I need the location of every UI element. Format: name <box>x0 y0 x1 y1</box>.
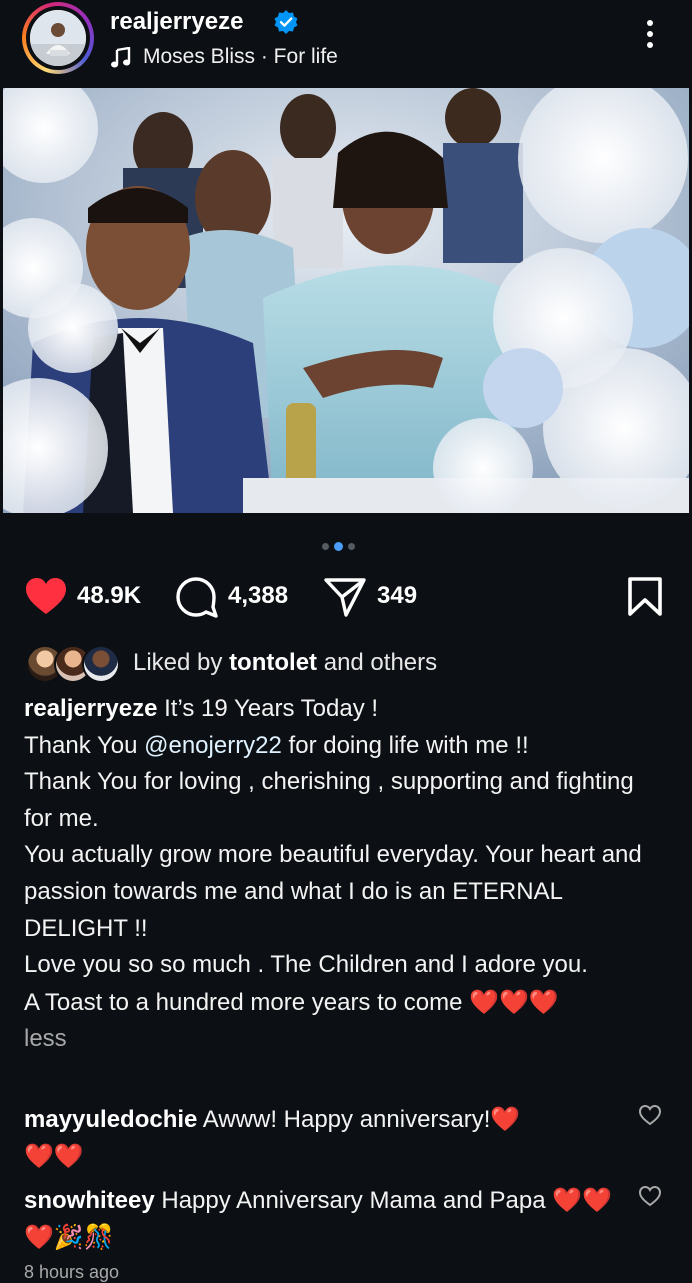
red-hearts-emoji: ❤️❤️ <box>24 1142 84 1170</box>
caption-line: A Toast to a hundred more years to come <box>24 988 463 1016</box>
post-author-username[interactable]: realjerryeze <box>110 8 243 36</box>
comment-like-icon[interactable] <box>638 1104 662 1126</box>
liked-by-prefix: Liked by <box>133 649 223 676</box>
liked-by-user[interactable]: tontolet <box>229 649 317 676</box>
comment-count[interactable]: 4,388 <box>228 582 288 610</box>
caption-mention[interactable]: @enojerry22 <box>144 732 282 759</box>
post-image[interactable] <box>3 88 689 513</box>
like-count[interactable]: 48.9K <box>77 582 141 610</box>
post-photo-illustration <box>3 88 689 513</box>
liker-avatar[interactable] <box>82 645 120 683</box>
caption-line: Love you so so much . The Children and I… <box>24 951 588 979</box>
post-caption: realjerryeze It’s 19 Years Today ! Thank… <box>24 691 664 1058</box>
avatar-ring-gap <box>26 6 90 70</box>
caption-username[interactable]: realjerryeze <box>24 695 157 722</box>
comment-username[interactable]: snowhiteey <box>24 1187 155 1214</box>
red-hearts-emoji: ❤️❤️❤️ <box>469 987 559 1016</box>
share-icon[interactable] <box>323 576 367 618</box>
music-note-icon <box>111 47 131 68</box>
red-heart-emoji: ❤️ <box>490 1105 521 1133</box>
liked-by-suffix: and others <box>323 649 438 676</box>
comment-text: Happy Anniversary Mama and Papa <box>161 1187 546 1214</box>
caption-line: Thank You for loving , cherishing , supp… <box>24 768 634 832</box>
heart-icon[interactable] <box>24 576 68 618</box>
carousel-dot-active <box>334 542 343 552</box>
comment-username[interactable]: mayyuledochie <box>24 1106 197 1133</box>
verified-badge-icon <box>274 10 298 34</box>
carousel-dot <box>348 543 355 551</box>
profile-avatar[interactable] <box>22 2 94 74</box>
comment-item: snowhiteey Happy Anniversary Mama and Pa… <box>24 1182 614 1256</box>
caption-less-link[interactable]: less <box>24 1021 664 1058</box>
share-count[interactable]: 349 <box>377 582 417 610</box>
comment-text: Awww! Happy anniversary! <box>202 1106 491 1133</box>
caption-line: You actually grow more beautiful everyda… <box>24 841 642 942</box>
caption-line: It’s 19 Years Today ! <box>164 695 379 722</box>
caption-line: for doing life with me !! <box>288 731 529 759</box>
comment-icon[interactable] <box>175 576 219 618</box>
more-options-icon[interactable] <box>638 20 662 56</box>
liked-by-text[interactable]: Liked by tontolet and others <box>133 649 437 677</box>
avatar-photo <box>30 10 86 66</box>
carousel-dot <box>322 543 329 551</box>
avatar-image <box>30 10 86 66</box>
comment-item: mayyuledochie Awww! Happy anniversary!❤️… <box>24 1101 614 1175</box>
carousel-indicator <box>322 538 370 552</box>
bookmark-icon[interactable] <box>626 576 664 618</box>
music-track-label[interactable]: Moses Bliss · For life <box>143 45 338 69</box>
party-popper-emoji: 🎉🎊 <box>53 1223 114 1251</box>
caption-line: Thank You <box>24 731 138 759</box>
comment-like-icon[interactable] <box>638 1185 662 1207</box>
